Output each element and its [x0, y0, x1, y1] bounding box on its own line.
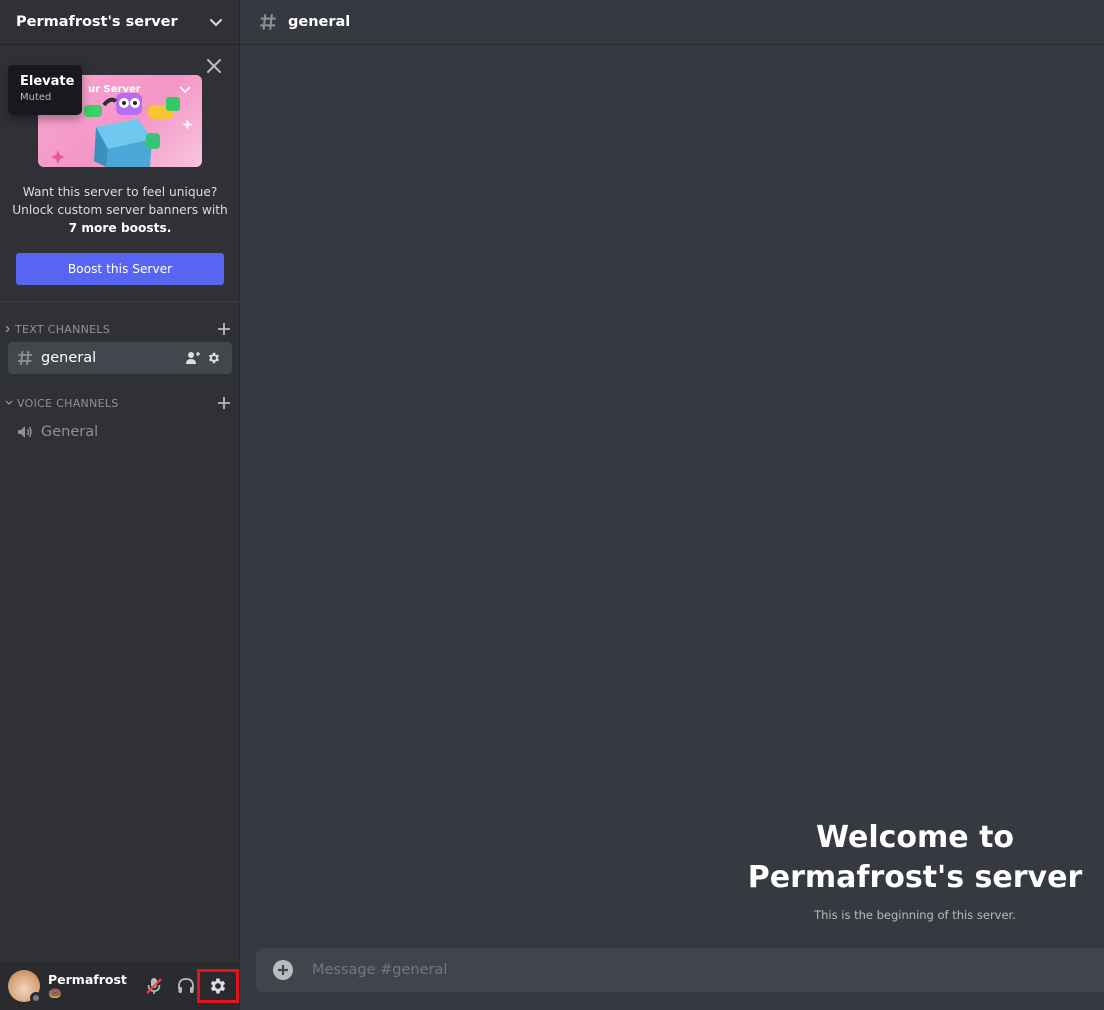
voice-status-tooltip: Elevate Muted — [8, 65, 82, 115]
boost-count: 7 more boosts. — [68, 221, 172, 235]
category-label: VOICE CHANNELS — [17, 396, 119, 410]
user-info[interactable]: Permafrost 🍩 — [48, 972, 127, 1000]
add-channel-icon[interactable] — [216, 321, 232, 337]
hashtag-icon — [260, 14, 276, 30]
chat-header: general — [240, 0, 1104, 44]
channel-title: general — [288, 14, 351, 30]
mute-button[interactable] — [138, 974, 170, 998]
channel-name: general — [41, 350, 97, 366]
channel-general[interactable]: general — [8, 342, 232, 374]
user-settings-button[interactable] — [197, 969, 239, 1003]
channel-sidebar: Permafrost's server ur Server Want this … — [0, 0, 240, 1010]
avatar[interactable] — [8, 970, 42, 1004]
boost-server-button[interactable]: Boost this Server — [16, 253, 224, 285]
message-composer — [256, 948, 1104, 992]
deafen-button[interactable] — [170, 974, 202, 998]
welcome-subtitle: This is the beginning of this server. — [814, 908, 1016, 922]
server-header[interactable]: Permafrost's server — [0, 0, 240, 44]
welcome-title-line1: Welcome to — [815, 820, 1015, 855]
chevron-right-icon — [5, 325, 10, 333]
headphones-icon — [178, 978, 194, 993]
boost-text-line1: Want this server to feel unique? — [22, 185, 218, 199]
welcome-title-line2: Permafrost's server — [747, 860, 1083, 895]
username: Permafrost — [48, 972, 127, 987]
category-label: TEXT CHANNELS — [15, 322, 111, 336]
message-input[interactable] — [312, 958, 1072, 982]
custom-status-emoji: 🍩 — [48, 987, 62, 1000]
invite-user-icon[interactable] — [185, 350, 201, 366]
add-attachment-icon[interactable] — [272, 959, 294, 981]
chevron-down-icon — [5, 400, 13, 405]
tooltip-title: Elevate — [20, 74, 75, 89]
tooltip-subtitle: Muted — [20, 92, 52, 103]
voice-channel-general[interactable]: General — [8, 416, 232, 448]
category-text-channels[interactable]: TEXT CHANNELS — [4, 320, 232, 338]
welcome-message: Welcome to Permafrost's server This is t… — [740, 818, 1090, 922]
user-panel: Permafrost 🍩 — [0, 962, 240, 1010]
microphone-muted-icon — [146, 978, 162, 994]
boost-description: Want this server to feel unique? Unlock … — [8, 183, 232, 237]
add-channel-icon[interactable] — [216, 395, 232, 411]
user-controls — [138, 969, 239, 1003]
boost-text-line2: Unlock custom server banners with — [12, 203, 228, 217]
chevron-down-icon — [210, 19, 222, 27]
channel-name: General — [41, 424, 99, 440]
server-name: Permafrost's server — [16, 14, 178, 30]
speaker-icon — [18, 426, 32, 438]
hashtag-icon — [18, 350, 32, 366]
gear-icon[interactable] — [207, 351, 221, 365]
gear-icon — [210, 978, 226, 994]
close-icon[interactable] — [205, 57, 223, 75]
category-voice-channels[interactable]: VOICE CHANNELS — [4, 394, 232, 412]
status-indicator — [30, 992, 42, 1004]
